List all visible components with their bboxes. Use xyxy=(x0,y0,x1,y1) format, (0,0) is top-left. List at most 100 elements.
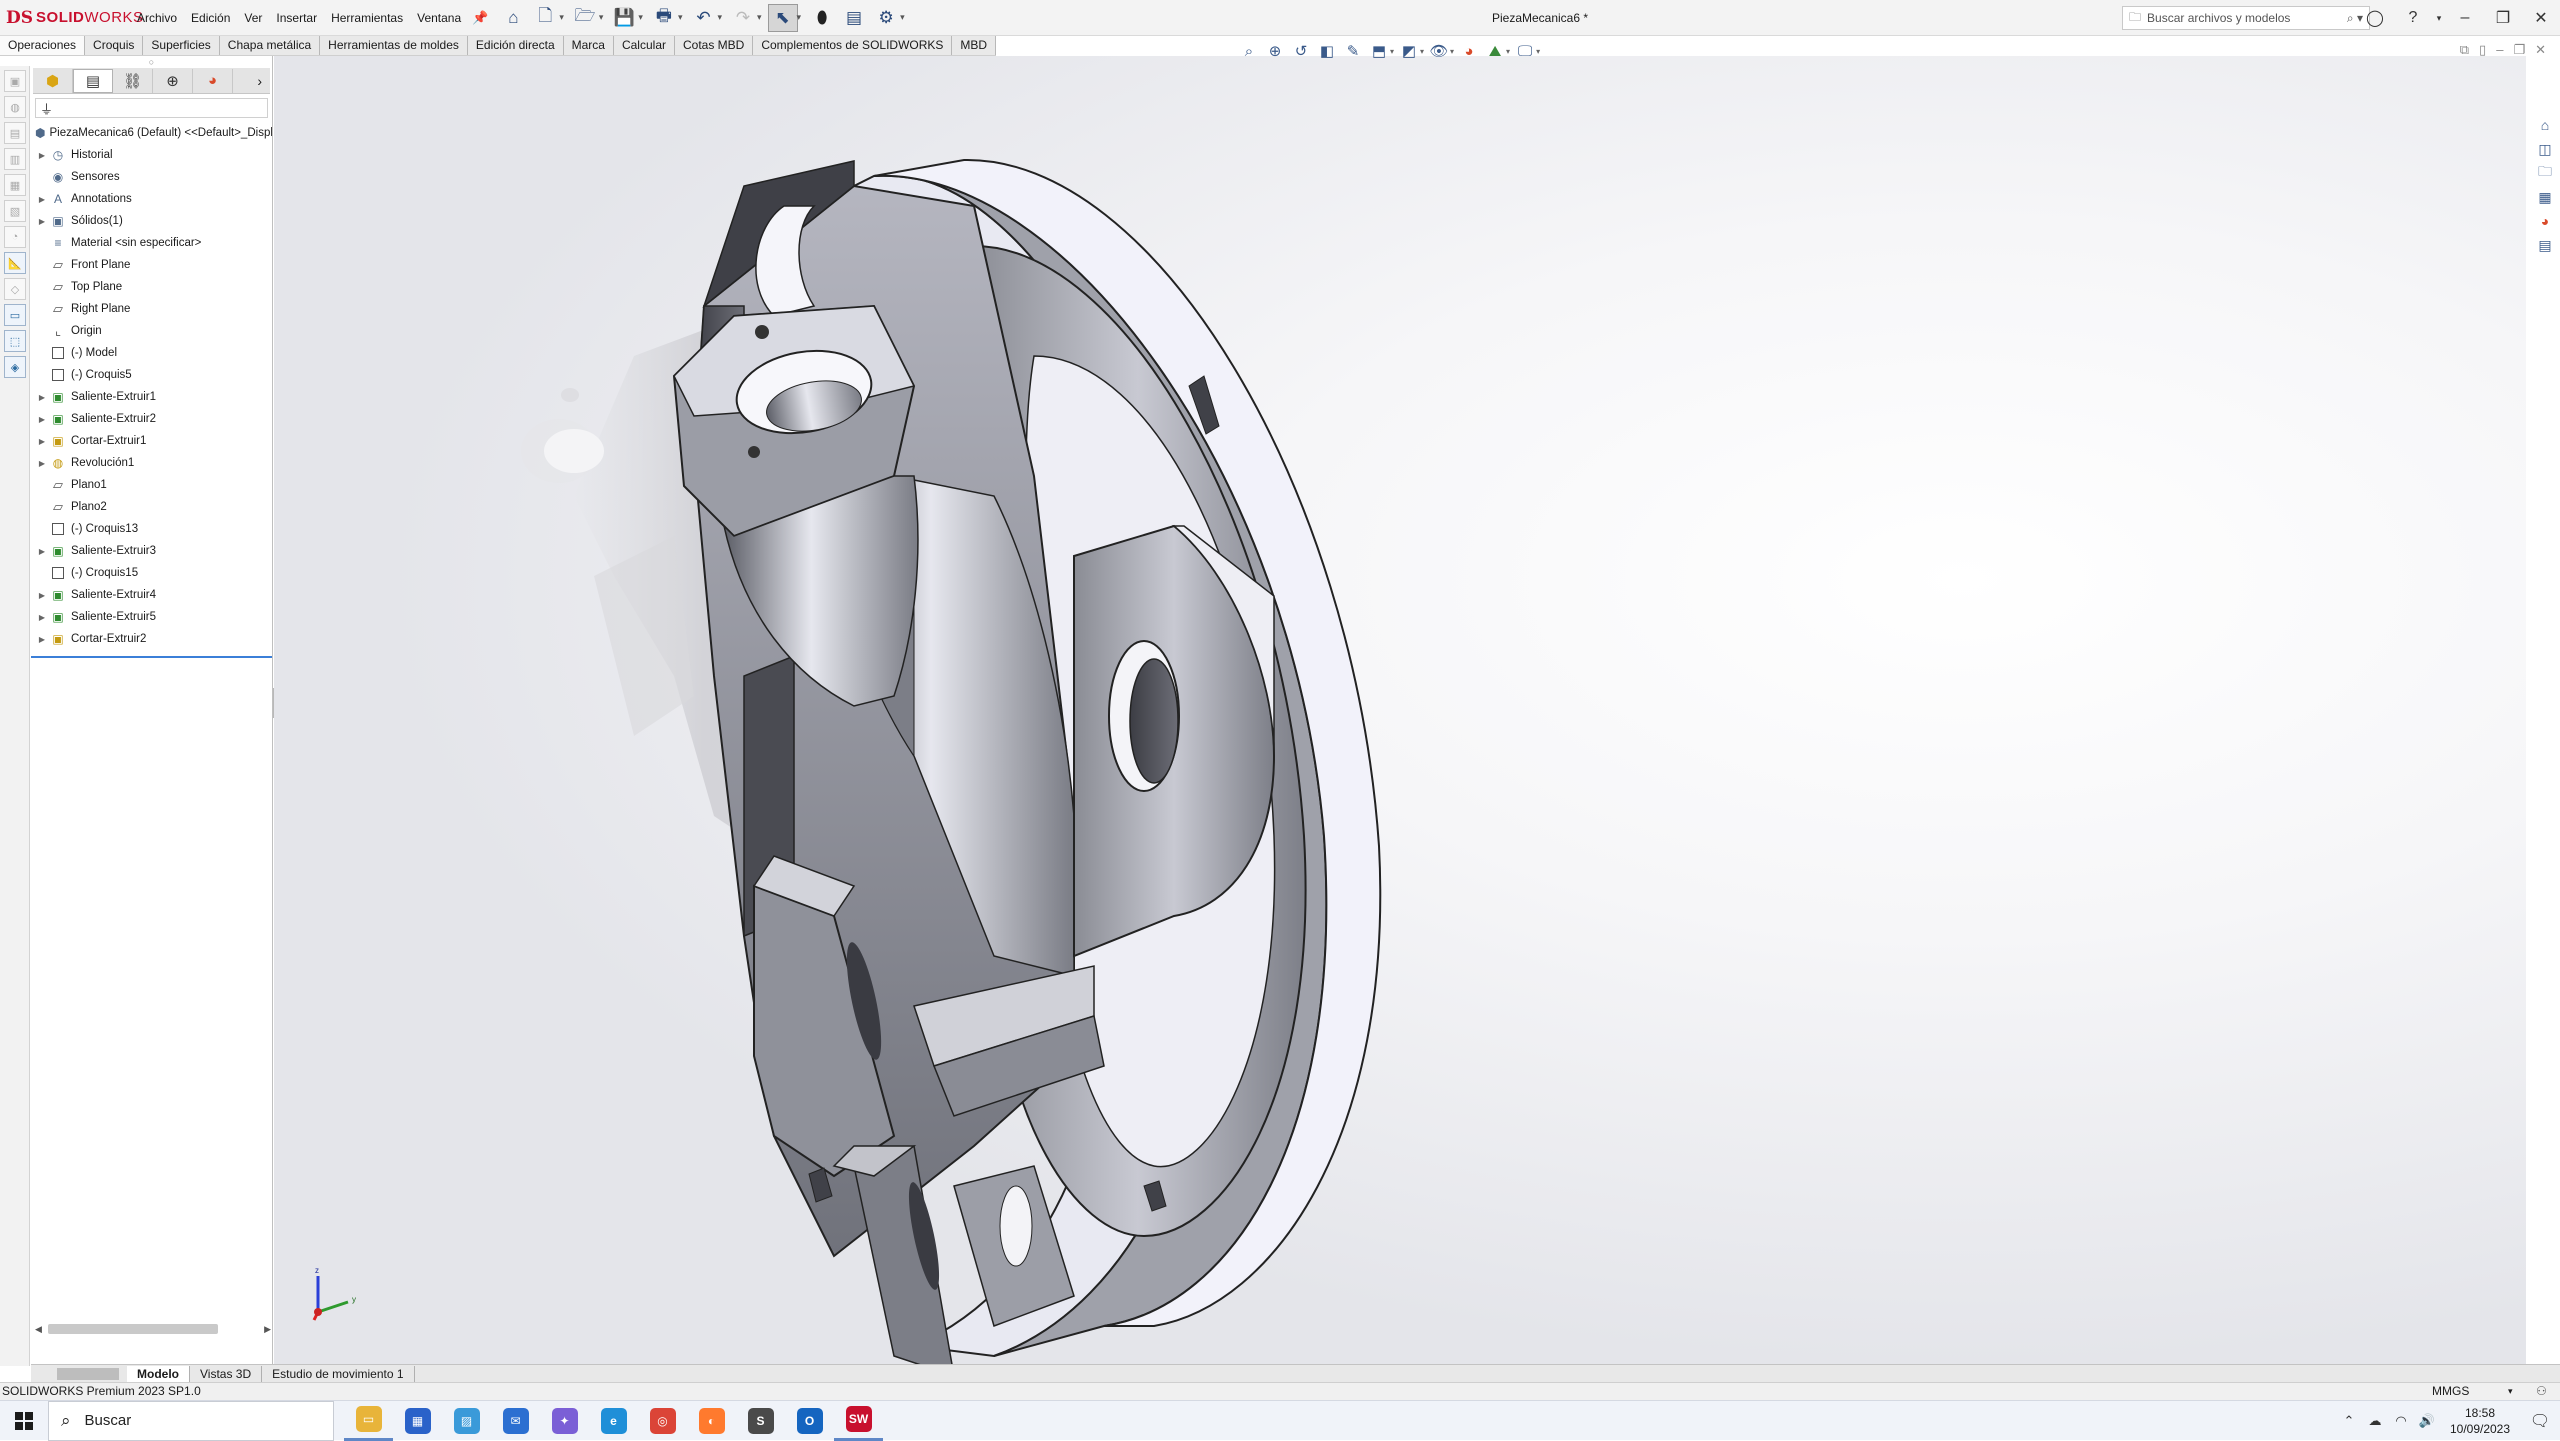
home-icon[interactable]: ⌂ xyxy=(498,4,528,32)
strip-revolve-icon[interactable]: ◍ xyxy=(4,96,26,118)
taskbar-app-firefox[interactable]: ◐ xyxy=(687,1401,736,1441)
tab-edicion-directa[interactable]: Edición directa xyxy=(468,36,564,55)
expand-arrow-icon[interactable]: ▶ xyxy=(35,547,49,556)
print-dropdown-icon[interactable]: ▾ xyxy=(678,12,683,23)
view-orientation-icon[interactable]: ⬒ xyxy=(1368,40,1390,62)
feature-tree-item[interactable]: ▶ ◍ Revolución1 xyxy=(31,452,272,474)
viewport-tile-icon[interactable]: ⧉ xyxy=(2460,42,2469,58)
taskbar-app-copilot[interactable]: ✦ xyxy=(540,1401,589,1441)
display-style-icon[interactable]: ◩ xyxy=(1398,40,1420,62)
view-settings-icon[interactable]: 🖵 xyxy=(1514,40,1536,62)
notifications-icon[interactable]: 🗨 xyxy=(2520,1411,2560,1431)
graphics-area[interactable]: z y xyxy=(274,56,2526,1364)
more-tabs-icon[interactable]: › xyxy=(257,73,270,89)
feature-tree-item[interactable]: ▶ ▣ Saliente-Extruir5 xyxy=(31,606,272,628)
feature-tree-item[interactable]: ▶ ◷ Historial xyxy=(31,144,272,166)
expand-arrow-icon[interactable]: ▶ xyxy=(35,195,49,204)
save-dropdown-icon[interactable]: ▾ xyxy=(638,12,643,23)
menu-edicion[interactable]: Edición xyxy=(184,0,237,36)
rebuild-status-icon[interactable]: ⚇ xyxy=(2536,1383,2547,1400)
custom-properties-icon[interactable]: ▤ xyxy=(2533,234,2557,256)
taskbar-app-photos[interactable]: ▨ xyxy=(442,1401,491,1441)
viewport-restore-icon[interactable]: ❐ xyxy=(2513,42,2525,58)
file-explorer-pane-icon[interactable]: 🗀 xyxy=(2533,162,2557,184)
feature-tree-item[interactable]: ≡ Material <sin especificar> xyxy=(31,232,272,254)
menu-insertar[interactable]: Insertar xyxy=(269,0,324,36)
feature-tree-item[interactable]: (-) Croquis5 xyxy=(31,364,272,386)
strip-sweep-icon[interactable]: ▤ xyxy=(4,122,26,144)
taskbar-app-file-explorer[interactable]: ▭ xyxy=(344,1401,393,1441)
tab-operaciones[interactable]: Operaciones xyxy=(0,36,86,55)
feature-tree-item[interactable]: (-) Model xyxy=(31,342,272,364)
tab-cotas-mbd[interactable]: Cotas MBD xyxy=(675,36,754,55)
feature-tree-item[interactable]: (-) Croquis13 xyxy=(31,518,272,540)
strip-loft-icon[interactable]: ▥ xyxy=(4,148,26,170)
undo-icon[interactable]: ↶ xyxy=(688,4,718,32)
property-manager-tab-icon[interactable]: ▤ xyxy=(73,68,113,93)
strip-instant3d-icon[interactable]: ⬚ xyxy=(4,330,26,352)
expand-arrow-icon[interactable]: ▶ xyxy=(35,393,49,402)
solidworks-logo[interactable]: DS SOLIDWORKS xyxy=(0,0,143,36)
open-folder-icon[interactable]: 🗁 xyxy=(570,4,600,32)
feature-tree-item[interactable]: ▶ ▣ Saliente-Extruir3 xyxy=(31,540,272,562)
taskbar-clock[interactable]: 18:58 10/09/2023 xyxy=(2440,1405,2520,1437)
tab-croquis[interactable]: Croquis xyxy=(85,36,144,55)
feature-tree-item[interactable]: ▶ ▣ Saliente-Extruir1 xyxy=(31,386,272,408)
menu-ver[interactable]: Ver xyxy=(237,0,269,36)
feature-tree-item[interactable]: ▱ Plano2 xyxy=(31,496,272,518)
expand-arrow-icon[interactable]: ▶ xyxy=(35,635,49,644)
user-account-icon[interactable]: ◯ xyxy=(2356,8,2394,28)
display-manager-tab-icon[interactable]: ◕ xyxy=(193,68,233,93)
strip-boundary-icon[interactable]: ▦ xyxy=(4,174,26,196)
tab-scroll-arrows[interactable] xyxy=(57,1367,119,1380)
feature-tree-item[interactable]: ▱ Top Plane xyxy=(31,276,272,298)
expand-arrow-icon[interactable]: ▶ xyxy=(35,217,49,226)
taskbar-app-sublime-text[interactable]: S xyxy=(736,1401,785,1441)
search-scope-icon[interactable]: 🗀 xyxy=(2129,8,2141,29)
taskbar-app-microsoft-store[interactable]: ▦ xyxy=(393,1401,442,1441)
strip-render-icon[interactable]: ◈ xyxy=(4,356,26,378)
part-model-render[interactable] xyxy=(274,56,2526,1364)
expand-arrow-icon[interactable]: ▶ xyxy=(35,151,49,160)
feature-tree-item[interactable]: ▱ Right Plane xyxy=(31,298,272,320)
view-orientation-dropdown-icon[interactable]: ▾ xyxy=(1390,47,1394,56)
section-view-icon[interactable]: ◧ xyxy=(1316,40,1338,62)
strip-reference-icon[interactable]: ◇ xyxy=(4,278,26,300)
feature-tree-item[interactable]: ⌞ Origin xyxy=(31,320,272,342)
expand-arrow-icon[interactable]: ▶ xyxy=(35,437,49,446)
tab-herramientas-moldes[interactable]: Herramientas de moldes xyxy=(320,36,468,55)
taskbar-app-edge[interactable]: e xyxy=(589,1401,638,1441)
tab-estudio-movimiento[interactable]: Estudio de movimiento 1 xyxy=(262,1365,415,1382)
menu-ventana[interactable]: Ventana xyxy=(410,0,468,36)
feature-tree-item[interactable]: ▱ Plano1 xyxy=(31,474,272,496)
tab-calcular[interactable]: Calcular xyxy=(614,36,675,55)
tree-horizontal-scrollbar[interactable]: ◀ ▶ xyxy=(35,1322,271,1336)
print-icon[interactable]: 🖶 xyxy=(649,4,679,32)
configuration-manager-tab-icon[interactable]: ⛓ xyxy=(113,68,153,93)
traffic-light-icon[interactable]: ⬮ xyxy=(807,4,837,32)
appearances-icon[interactable]: ◕ xyxy=(2533,210,2557,232)
scroll-thumb[interactable] xyxy=(47,1324,218,1334)
tab-chapa-metalica[interactable]: Chapa metálica xyxy=(220,36,321,55)
unit-system[interactable]: MMGS xyxy=(2432,1383,2469,1400)
zoom-to-fit-icon[interactable]: ⌕ xyxy=(1238,40,1260,62)
feature-tree-item[interactable]: (-) Croquis15 xyxy=(31,562,272,584)
select-dropdown-icon[interactable]: ▾ xyxy=(797,12,802,23)
minimize-icon[interactable]: – xyxy=(2446,9,2484,27)
wifi-icon[interactable]: ◠ xyxy=(2388,1413,2414,1429)
tab-modelo[interactable]: Modelo xyxy=(127,1365,190,1382)
filter-icon[interactable]: ⏚ xyxy=(40,99,53,118)
previous-view-icon[interactable]: ↺ xyxy=(1290,40,1312,62)
options-gear-icon[interactable]: ⚙ xyxy=(871,4,901,32)
expand-arrow-icon[interactable]: ▶ xyxy=(35,459,49,468)
hide-show-items-icon[interactable]: 👁 xyxy=(1428,40,1450,62)
help-dropdown-icon[interactable]: ▾ xyxy=(2432,13,2446,24)
search-input[interactable]: Buscar archivos y modelos xyxy=(2147,11,2290,25)
design-library-icon[interactable]: ◫ xyxy=(2533,138,2557,160)
taskbar-app-outlook[interactable]: O xyxy=(785,1401,834,1441)
feature-tree-item[interactable]: ⬢ PiezaMecanica6 (Default) <<Default>_Dis… xyxy=(31,122,272,144)
strip-cut-icon[interactable]: ▧ xyxy=(4,200,26,222)
feature-tree-item[interactable]: ▶ ▣ Cortar-Extruir1 xyxy=(31,430,272,452)
dynamic-annotation-icon[interactable]: ✎ xyxy=(1342,40,1364,62)
apply-scene-dropdown-icon[interactable]: ▾ xyxy=(1506,47,1510,56)
